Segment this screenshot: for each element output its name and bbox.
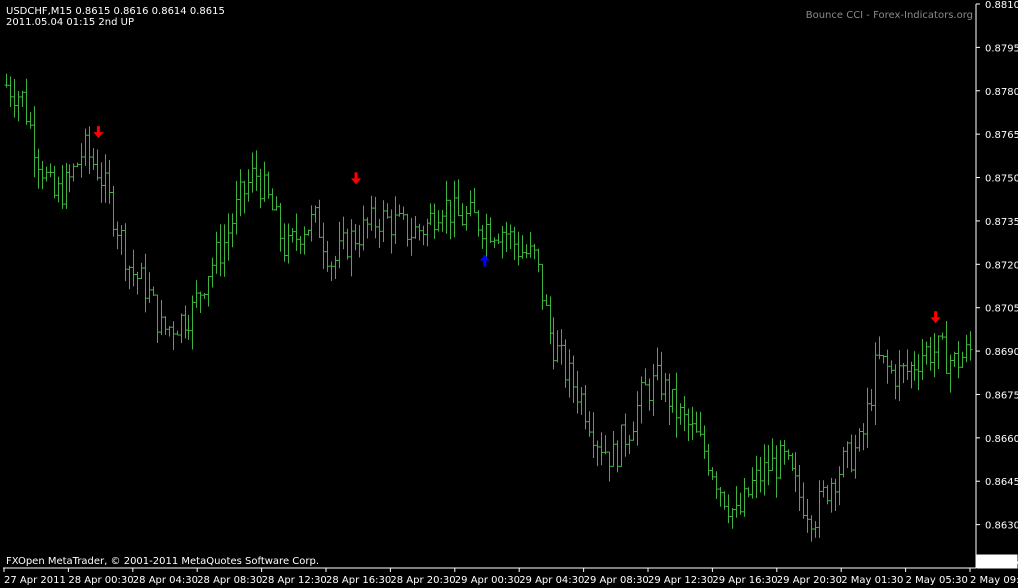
x-tick-label: 28 Apr 20:30 xyxy=(390,575,455,586)
copyright-footer: FXOpen MetaTrader, © 2001-2011 MetaQuote… xyxy=(6,556,319,567)
plot-area[interactable] xyxy=(3,4,976,568)
x-tick-label: 2 May 01:30 xyxy=(841,575,903,586)
x-tick-label: 29 Apr 20:30 xyxy=(777,575,842,586)
y-tick-label: 0.8765 xyxy=(985,130,1018,141)
y-tick-label: 0.8645 xyxy=(985,477,1018,488)
x-tick-label: 28 Apr 08:30 xyxy=(197,575,262,586)
y-tick-label: 0.8795 xyxy=(985,43,1018,54)
x-tick-label: 29 Apr 16:30 xyxy=(712,575,777,586)
signal-status: 2011.05.04 01:15 2nd UP xyxy=(6,17,134,28)
watermark: Bounce CCI - Forex-Indicators.org xyxy=(806,10,973,21)
y-tick-label: 0.8720 xyxy=(985,260,1018,271)
price-chart[interactable]: 0.8810 0.8795 0.8780 0.8765 0.8750 0.8735 0.87… xyxy=(0,0,1018,588)
x-tick-label: 2 May 05:30 xyxy=(906,575,968,586)
x-tick-label: 29 Apr 00:30 xyxy=(455,575,520,586)
x-tick-label: 29 Apr 12:30 xyxy=(648,575,713,586)
y-tick-label: 0.8660 xyxy=(985,434,1018,445)
x-tick-label: 29 Apr 08:30 xyxy=(584,575,649,586)
y-tick-label: 0.8690 xyxy=(985,347,1018,358)
x-tick-label: 2 May 09:30 xyxy=(970,575,1018,586)
y-tick-label: 0.8780 xyxy=(985,87,1018,98)
chart-window[interactable]: 0.8810 0.8795 0.8780 0.8765 0.8750 0.8735 0.87… xyxy=(0,0,1018,588)
y-tick-label: 0.8810 xyxy=(985,0,1018,11)
y-tick-label: 0.8735 xyxy=(985,217,1018,228)
x-tick-label: 28 Apr 04:30 xyxy=(133,575,198,586)
x-tick-label: 28 Apr 12:30 xyxy=(262,575,327,586)
current-price-label: 0.8615 xyxy=(984,557,1018,568)
x-tick-label: 28 Apr 16:30 xyxy=(326,575,391,586)
x-tick-label: 28 Apr 00:30 xyxy=(68,575,133,586)
y-tick-label: 0.8675 xyxy=(985,390,1018,401)
symbol-header: USDCHF,M15 0.8615 0.8616 0.8614 0.8615 xyxy=(6,6,225,17)
x-tick-label: 27 Apr 2011 xyxy=(4,575,66,586)
y-tick-label: 0.8750 xyxy=(985,174,1018,185)
y-tick-label: 0.8705 xyxy=(985,304,1018,315)
y-tick-label: 0.8630 xyxy=(985,521,1018,532)
x-tick-label: 29 Apr 04:30 xyxy=(519,575,584,586)
